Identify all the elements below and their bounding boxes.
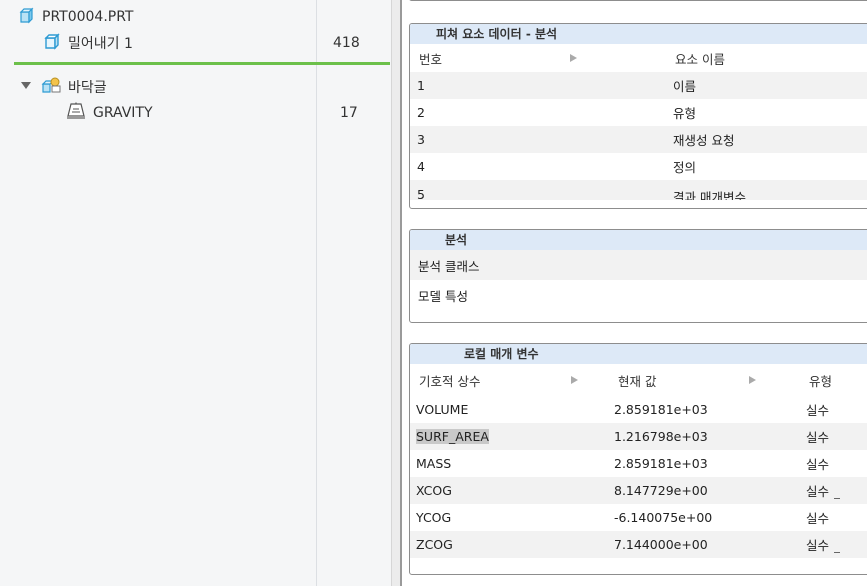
tree-item-count: 17 (340, 105, 358, 121)
table-row-partial[interactable]: 5 결과 매개변수 (410, 180, 867, 200)
analysis-panel: 분석 분석 클래스 모델 특성 (409, 229, 867, 323)
part-name: PRT0004.PRT (42, 9, 134, 25)
sort-arrow-icon[interactable] (571, 376, 578, 384)
feature-element-panel: 피쳐 요소 데이터 - 분석 번호 요소 이름 1 이름 2 유형 3 재생성 … (409, 23, 867, 209)
table-row[interactable]: 2 유형 (410, 99, 867, 126)
row-element-name: 이름 (673, 79, 697, 94)
table-row[interactable]: 1 이름 (410, 72, 867, 99)
param-value: 2.859181e+03 (614, 402, 708, 417)
panel-edge-top (409, 0, 867, 1)
param-type: 실수 (806, 538, 830, 553)
param-symbol: XCOG (416, 483, 452, 498)
model-properties-label: 모델 특성 (418, 288, 468, 304)
panel-splitter[interactable] (391, 0, 402, 586)
table-row[interactable]: XCOG 8.147729e+00 실수 (410, 477, 867, 504)
param-type: 실수 (806, 403, 830, 418)
column-header-element-name[interactable]: 요소 이름 (675, 49, 725, 68)
gravity-scale-icon (66, 102, 86, 124)
table-row[interactable]: 4 정의 (410, 153, 867, 180)
expand-arrow-icon[interactable] (20, 79, 32, 95)
model-tree-panel: PRT0004.PRT 밀어내기 1 418 바닥글 GRAVITY 17 (0, 0, 391, 586)
analysis-folder-icon (41, 76, 61, 98)
param-type: 실수 (806, 511, 830, 526)
table-header: 기호적 상수 현재 값 유형 (410, 364, 867, 396)
row-element-name: 정의 (673, 160, 697, 175)
param-value: 1.216798e+03 (614, 429, 708, 444)
table-row[interactable]: MASS 2.859181e+03 실수 (410, 450, 867, 477)
table-header: 번호 요소 이름 (410, 44, 867, 72)
column-header-symbol[interactable]: 기호적 상수 (419, 371, 480, 390)
tree-item-label: GRAVITY (93, 105, 153, 121)
row-number: 2 (417, 105, 425, 120)
param-type: 실수 (806, 457, 830, 472)
column-divider (316, 0, 317, 586)
param-value: 7.144000e+00 (614, 537, 708, 552)
panel-title: 분석 (410, 230, 867, 250)
table-row[interactable]: 3 재생성 요청 (410, 126, 867, 153)
row-element-name: 결과 매개변수 (673, 190, 746, 200)
sort-arrow-icon[interactable] (749, 376, 756, 384)
tree-item-footer[interactable]: 바닥글 (20, 75, 107, 99)
sort-arrow-icon[interactable] (570, 54, 577, 62)
panel-title: 피쳐 요소 데이터 - 분석 (410, 24, 867, 44)
param-type: 실수 (806, 484, 830, 499)
param-symbol: VOLUME (416, 402, 469, 417)
table-row[interactable]: SURF_AREA 1.216798e+03 실수 (410, 423, 867, 450)
column-header-current-value[interactable]: 현재 값 (618, 371, 656, 390)
row-number: 3 (417, 132, 425, 147)
column-header-type[interactable]: 유형 (809, 371, 832, 390)
column-header-number[interactable]: 번호 (419, 49, 442, 68)
part-icon (18, 7, 35, 28)
row-element-name: 유형 (673, 106, 697, 121)
tree-item-label: 바닥글 (68, 80, 107, 96)
table-row[interactable]: ZCOG 7.144000e+00 실수 (410, 531, 867, 558)
row-number: 1 (417, 78, 425, 93)
tree-item-count: 418 (333, 35, 360, 51)
row-number: 5 (417, 187, 425, 200)
analysis-class-label: 분석 클래스 (418, 258, 480, 274)
param-symbol-selected: SURF_AREA (416, 429, 489, 444)
row-element-name: 재생성 요청 (673, 133, 735, 148)
dropdown-tick (834, 498, 840, 499)
analysis-row[interactable]: 분석 클래스 (410, 250, 867, 280)
row-number: 4 (417, 159, 425, 174)
selection-divider (14, 62, 390, 65)
table-row[interactable]: VOLUME 2.859181e+03 실수 (410, 396, 867, 423)
param-value: 2.859181e+03 (614, 456, 708, 471)
tree-item-gravity[interactable]: GRAVITY 17 (66, 101, 386, 125)
local-parameters-panel: 로컬 매개 변수 기호적 상수 현재 값 유형 VOLUME 2.859181e… (409, 343, 867, 575)
extrude-icon (43, 32, 61, 54)
tree-item-part[interactable]: PRT0004.PRT (18, 5, 134, 29)
tree-item-extrude[interactable]: 밀어내기 1 418 (43, 31, 383, 55)
param-symbol: YCOG (416, 510, 452, 525)
analysis-row[interactable]: 모델 특성 (410, 280, 867, 310)
dropdown-tick (834, 552, 840, 553)
param-value: 8.147729e+00 (614, 483, 708, 498)
tree-item-label: 밀어내기 1 (68, 36, 133, 52)
param-symbol: MASS (416, 456, 452, 471)
panel-title: 로컬 매개 변수 (410, 344, 867, 364)
param-value: -6.140075e+00 (614, 510, 713, 525)
param-type: 실수 (806, 430, 830, 445)
param-symbol: ZCOG (416, 537, 453, 552)
table-row[interactable]: YCOG -6.140075e+00 실수 (410, 504, 867, 531)
